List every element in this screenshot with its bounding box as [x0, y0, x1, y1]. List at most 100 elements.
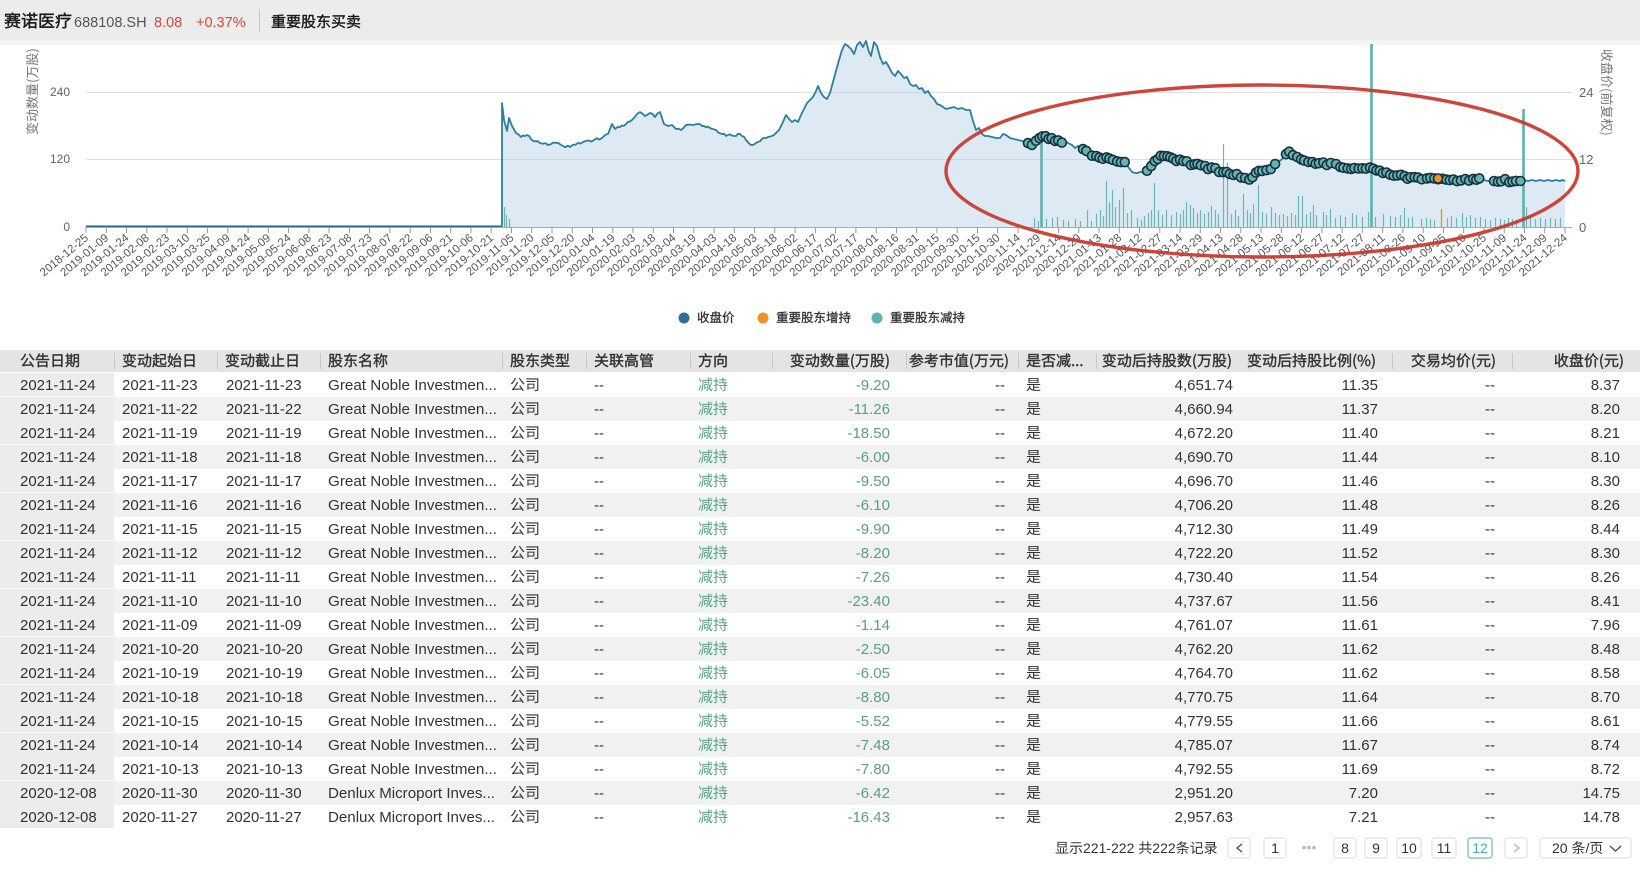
svg-text:--: -- — [594, 809, 604, 826]
svg-text:4,690.70: 4,690.70 — [1175, 449, 1233, 466]
svg-text:--: -- — [995, 425, 1005, 442]
svg-text:--: -- — [1485, 689, 1495, 706]
svg-text:--: -- — [1485, 737, 1495, 754]
svg-text:--: -- — [1485, 449, 1495, 466]
svg-text:2021-10-18: 2021-10-18 — [122, 689, 199, 706]
svg-text:2021-11-18: 2021-11-18 — [122, 449, 198, 466]
svg-text:2021-11-22: 2021-11-22 — [122, 401, 198, 418]
svg-text:2021-11-24: 2021-11-24 — [20, 689, 96, 706]
svg-text:--: -- — [594, 473, 604, 490]
svg-text:4,761.07: 4,761.07 — [1175, 617, 1233, 634]
svg-text:--: -- — [1485, 593, 1495, 610]
svg-text:--: -- — [594, 785, 604, 802]
svg-text:2021-11-24: 2021-11-24 — [20, 425, 96, 442]
svg-text:-6.10: -6.10 — [856, 497, 890, 514]
svg-text:2020-11-27: 2020-11-27 — [122, 809, 198, 826]
svg-text:Great Noble Investmen...: Great Noble Investmen... — [328, 737, 497, 754]
svg-text:2021-10-20: 2021-10-20 — [122, 641, 199, 658]
svg-text:11.44: 11.44 — [1342, 449, 1378, 466]
svg-text:11.48: 11.48 — [1342, 497, 1378, 514]
svg-text:7.21: 7.21 — [1349, 809, 1378, 826]
svg-text:--: -- — [1485, 401, 1495, 418]
svg-text:2020-11-27: 2020-11-27 — [226, 809, 302, 826]
svg-text:--: -- — [594, 665, 604, 682]
svg-text:--: -- — [1485, 665, 1495, 682]
svg-text:--: -- — [1485, 713, 1495, 730]
svg-text:11: 11 — [1437, 840, 1452, 856]
svg-text:--: -- — [594, 497, 604, 514]
svg-text:8.10: 8.10 — [1591, 449, 1620, 466]
svg-text:-7.80: -7.80 — [856, 761, 890, 778]
svg-text:8.21: 8.21 — [1591, 425, 1620, 442]
svg-text:Denlux Microport Inves...: Denlux Microport Inves... — [328, 809, 495, 826]
svg-text:-1.14: -1.14 — [856, 617, 890, 634]
svg-text:4,762.20: 4,762.20 — [1175, 641, 1233, 658]
svg-text:Great Noble Investmen...: Great Noble Investmen... — [328, 425, 497, 442]
svg-text:7.96: 7.96 — [1591, 617, 1620, 634]
svg-text:--: -- — [1485, 785, 1495, 802]
svg-text:11.40: 11.40 — [1342, 425, 1378, 442]
svg-text:2021-11-24: 2021-11-24 — [20, 521, 96, 538]
svg-text:--: -- — [594, 737, 604, 754]
svg-text:--: -- — [594, 641, 604, 658]
svg-text:4,651.74: 4,651.74 — [1175, 377, 1233, 394]
svg-text:4,696.70: 4,696.70 — [1175, 473, 1233, 490]
svg-text:2021-11-24: 2021-11-24 — [20, 473, 96, 490]
svg-text:2021-11-24: 2021-11-24 — [20, 545, 96, 562]
svg-text:11.35: 11.35 — [1342, 377, 1378, 394]
svg-text:2021-11-24: 2021-11-24 — [20, 713, 96, 730]
svg-text:4,764.70: 4,764.70 — [1175, 665, 1233, 682]
svg-text:Great Noble Investmen...: Great Noble Investmen... — [328, 401, 497, 418]
svg-text:2021-11-24: 2021-11-24 — [20, 617, 96, 634]
svg-text:--: -- — [995, 377, 1005, 394]
svg-text:8.30: 8.30 — [1591, 473, 1620, 490]
svg-text:11.62: 11.62 — [1342, 641, 1378, 658]
svg-text:11.46: 11.46 — [1342, 473, 1378, 490]
svg-text:Great Noble Investmen...: Great Noble Investmen... — [328, 641, 497, 658]
svg-text:Great Noble Investmen...: Great Noble Investmen... — [328, 521, 497, 538]
svg-text:2021-10-20: 2021-10-20 — [226, 641, 303, 658]
svg-text:2021-10-14: 2021-10-14 — [122, 737, 199, 754]
svg-text:11.62: 11.62 — [1342, 665, 1378, 682]
svg-text:-11.26: -11.26 — [849, 401, 890, 418]
svg-text:-7.26: -7.26 — [856, 569, 890, 586]
svg-text:2021-11-12: 2021-11-12 — [122, 545, 198, 562]
svg-text:Great Noble Investmen...: Great Noble Investmen... — [328, 593, 497, 610]
svg-text:2021-11-24: 2021-11-24 — [20, 593, 96, 610]
svg-text:2021-11-19: 2021-11-19 — [226, 425, 302, 442]
svg-text:--: -- — [995, 641, 1005, 658]
svg-text:9: 9 — [1372, 840, 1380, 856]
svg-text:8.30: 8.30 — [1591, 545, 1620, 562]
svg-text:Great Noble Investmen...: Great Noble Investmen... — [328, 689, 497, 706]
svg-text:--: -- — [995, 761, 1005, 778]
svg-text:2021-11-19: 2021-11-19 — [122, 425, 198, 442]
svg-text:4,779.55: 4,779.55 — [1175, 713, 1233, 730]
svg-text:2021-10-15: 2021-10-15 — [122, 713, 199, 730]
svg-text:--: -- — [995, 545, 1005, 562]
svg-text:-8.80: -8.80 — [856, 689, 890, 706]
svg-text:2021-11-24: 2021-11-24 — [20, 401, 96, 418]
svg-text:11.61: 11.61 — [1342, 617, 1378, 634]
svg-text:Great Noble Investmen...: Great Noble Investmen... — [328, 665, 497, 682]
svg-text:2020-12-08: 2020-12-08 — [20, 785, 97, 802]
svg-text:8.48: 8.48 — [1591, 641, 1620, 658]
svg-text:4,730.40: 4,730.40 — [1175, 569, 1233, 586]
svg-text:11.67: 11.67 — [1342, 737, 1378, 754]
svg-text:2021-10-14: 2021-10-14 — [226, 737, 303, 754]
svg-text:2021-11-10: 2021-11-10 — [122, 593, 198, 610]
svg-text:--: -- — [995, 737, 1005, 754]
svg-text:11.56: 11.56 — [1342, 593, 1378, 610]
svg-text:--: -- — [1485, 569, 1495, 586]
svg-text:222: 222 — [1152, 840, 1176, 856]
svg-text:2021-11-24: 2021-11-24 — [20, 737, 96, 754]
svg-text:--: -- — [995, 569, 1005, 586]
svg-text:Great Noble Investmen...: Great Noble Investmen... — [328, 449, 497, 466]
svg-text:-6.42: -6.42 — [856, 785, 890, 802]
svg-text:2021-11-17: 2021-11-17 — [226, 473, 302, 490]
svg-text:--: -- — [995, 689, 1005, 706]
svg-text:8.26: 8.26 — [1591, 497, 1620, 514]
svg-text:--: -- — [594, 761, 604, 778]
svg-text:-18.50: -18.50 — [847, 425, 890, 442]
svg-text:-6.00: -6.00 — [856, 449, 890, 466]
svg-text:120: 120 — [50, 152, 70, 166]
